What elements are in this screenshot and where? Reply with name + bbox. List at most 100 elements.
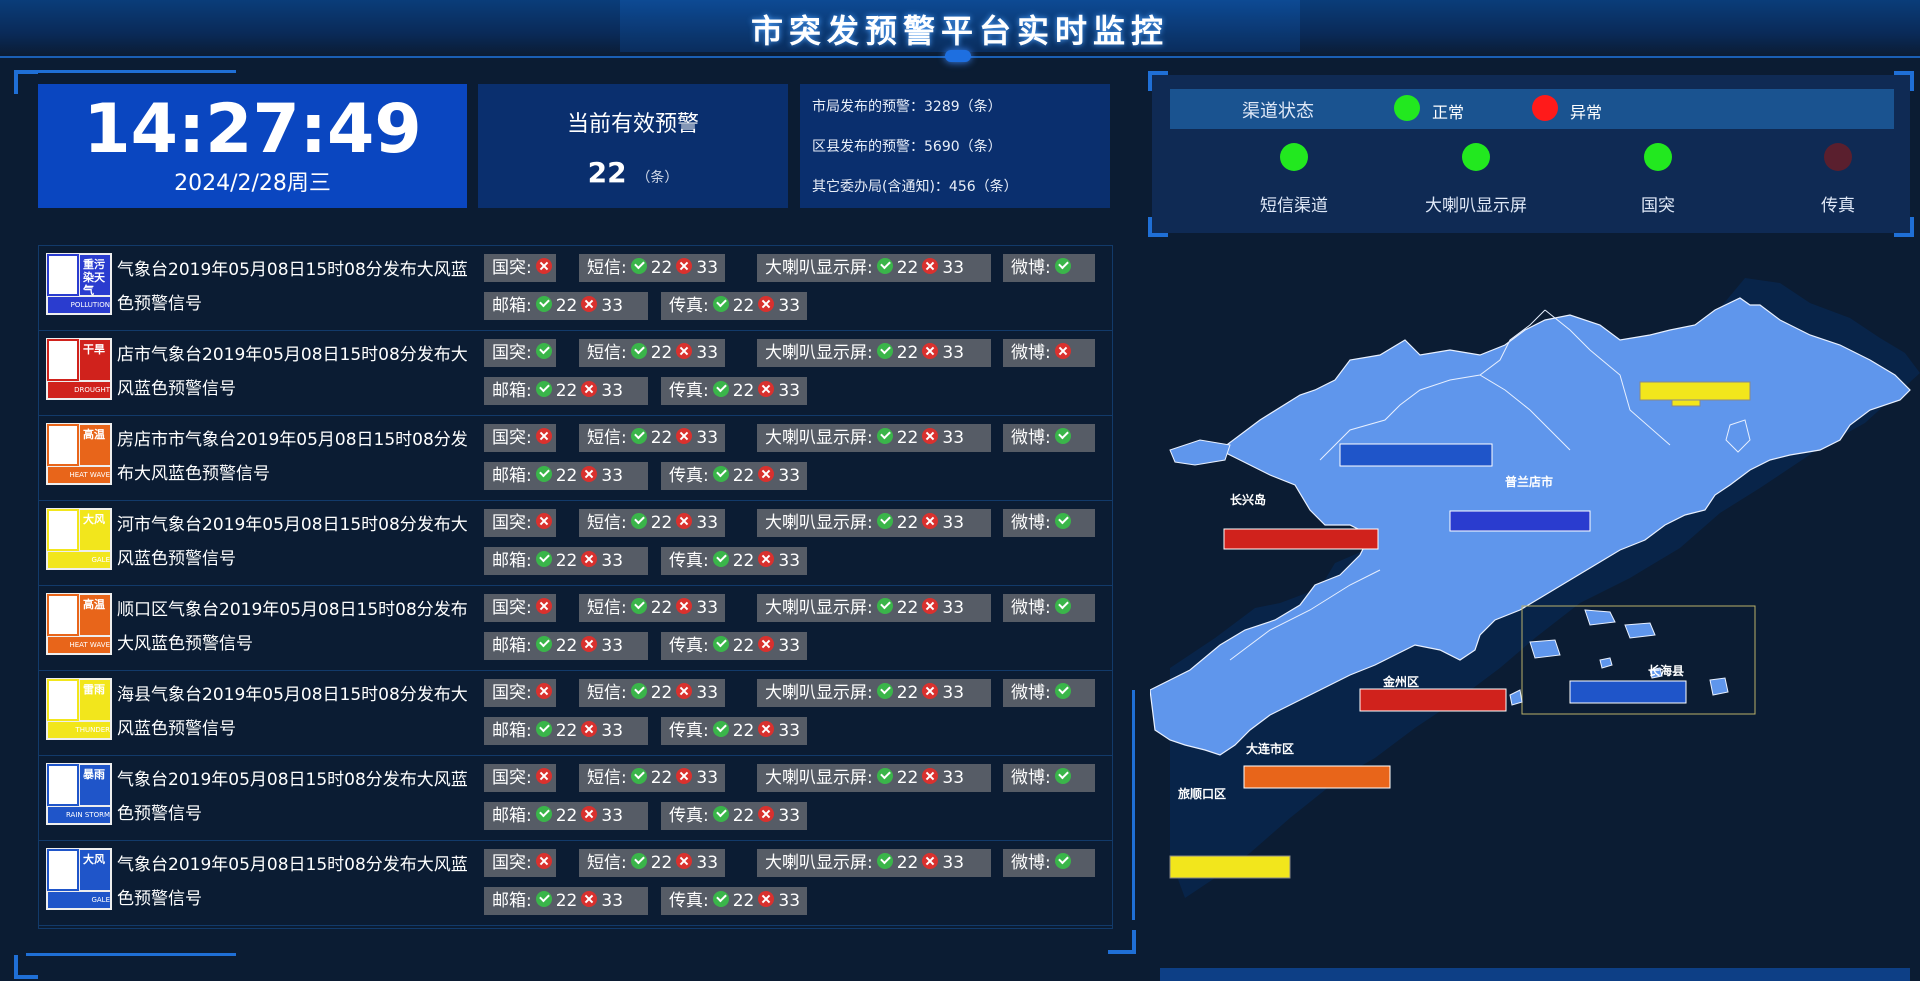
channel-status-bar: 渠道状态 正常 异常: [1170, 89, 1894, 129]
fax-status: 传真: 22 33: [661, 292, 807, 320]
check-icon: [876, 258, 893, 274]
error-icon: [758, 806, 775, 822]
stats-panel: 市局发布的预警：3289（条） 区县发布的预警：5690（条） 其它委办局(含通…: [800, 84, 1110, 208]
weibo-status: 微博:: [1003, 339, 1095, 367]
chip-label: 微博:: [1011, 598, 1051, 618]
clock-panel: 14:27:49 2024/2/28周三: [38, 84, 467, 208]
frame-corner: [1108, 930, 1136, 954]
chip-label: 传真:: [669, 636, 709, 656]
check-icon: [876, 598, 893, 614]
ok-count: 22: [555, 806, 578, 826]
weibo-status: 微博:: [1003, 254, 1095, 282]
chip-label: 传真:: [669, 381, 709, 401]
check-icon: [535, 466, 552, 482]
alert-row[interactable]: 暴雨 RAIN STORM 气象台2019年05月08日15时08分发布大风蓝色预警…: [39, 756, 1112, 841]
fail-count: 33: [696, 258, 719, 278]
header: 市突发预警平台实时监控: [0, 0, 1920, 62]
alert-icon-caption: GALE: [91, 556, 110, 564]
fail-count: 33: [778, 806, 801, 826]
map-warning-cluster: [1169, 855, 1291, 879]
alert-row[interactable]: 大风 GALE 气象台2019年05月08日15时08分发布大风蓝色预警信号 国突: 短…: [39, 841, 1112, 926]
map-island: [1709, 677, 1729, 696]
chip-label: 传真:: [669, 891, 709, 911]
alert-icon-caption: RAIN STORM: [65, 811, 110, 819]
frame-corner: [14, 955, 38, 979]
bottom-strip: [1160, 968, 1910, 981]
alert-text: 气象台2019年05月08日15时08分发布大风蓝色预警信号: [117, 260, 468, 314]
alert-row[interactable]: 高温 HEAT WAVE 房店市市气象台2019年05月08日15时08分发布大风蓝…: [39, 416, 1112, 501]
map-island: [1509, 689, 1523, 706]
stat-district: 区县发布的预警：5690（条）: [812, 139, 1002, 155]
check-icon: [630, 258, 647, 274]
chip-label: 邮箱:: [492, 296, 532, 316]
clock-date: 2024/2/28周三: [174, 171, 331, 196]
sms-status: 短信: 22 33: [579, 424, 725, 452]
check-icon: [712, 551, 729, 567]
ok-count: 22: [650, 258, 673, 278]
check-icon: [712, 721, 729, 737]
alert-text: 顺口区气象台2019年05月08日15时08分发布大风蓝色预警信号: [117, 600, 468, 654]
check-icon: [712, 466, 729, 482]
error-icon: [676, 683, 693, 699]
error-icon: [676, 853, 693, 869]
error-icon: [581, 466, 598, 482]
fail-count: 33: [778, 636, 801, 656]
ok-count: 22: [896, 428, 919, 448]
frame-line: [1132, 690, 1135, 920]
ok-count: 22: [732, 551, 755, 571]
ok-count: 22: [555, 466, 578, 486]
fail-count: 33: [696, 598, 719, 618]
active-alerts-number: 22: [587, 156, 627, 189]
weibo-status: 微博:: [1003, 424, 1095, 452]
legend-abnormal-dot: [1532, 95, 1558, 121]
fax-status: 传真: 22 33: [661, 547, 807, 575]
error-icon: [581, 551, 598, 567]
channel-label: 短信渠道: [1260, 196, 1328, 216]
error-icon: [581, 381, 598, 397]
error-icon: [922, 768, 939, 784]
error-icon: [922, 428, 939, 444]
alert-text: 气象台2019年05月08日15时08分发布大风蓝色预警信号: [117, 770, 468, 824]
error-icon: [676, 258, 693, 274]
chip-label: 微博:: [1011, 428, 1051, 448]
map-island: [1529, 639, 1561, 659]
alert-row[interactable]: 大风 GALE 河市气象台2019年05月08日15时08分发布大风蓝色预警信号 国突…: [39, 501, 1112, 586]
ok-count: 22: [650, 343, 673, 363]
map-island: [1584, 609, 1616, 626]
ok-count: 22: [732, 296, 755, 316]
fail-count: 33: [778, 551, 801, 571]
email-status: 邮箱: 22 33: [484, 377, 648, 405]
fail-count: 33: [601, 891, 624, 911]
error-icon: [676, 768, 693, 784]
legend-normal-label: 正常: [1432, 103, 1465, 122]
alert-icon-caption: HEAT WAVE: [69, 471, 110, 479]
check-icon: [1054, 598, 1071, 614]
alert-row[interactable]: 重污染天气 POLLUTION 气象台2019年05月08日15时08分发布大风蓝色…: [39, 246, 1112, 331]
check-icon: [1054, 683, 1071, 699]
error-icon: [676, 598, 693, 614]
fail-count: 33: [778, 466, 801, 486]
speaker-status: 大喇叭显示屏: 22 33: [757, 679, 991, 707]
guotu-status: 国突:: [484, 594, 556, 622]
check-icon: [712, 806, 729, 822]
fail-count: 33: [601, 551, 624, 571]
alert-icon-caption: DROUGHT: [74, 386, 110, 394]
fax-status: 传真: 22 33: [661, 377, 807, 405]
check-icon: [630, 343, 647, 359]
ok-count: 22: [555, 891, 578, 911]
error-icon: [922, 683, 939, 699]
alert-row[interactable]: 高温 HEAT WAVE 顺口区气象台2019年05月08日15时08分发布大风蓝色…: [39, 586, 1112, 671]
check-icon: [535, 296, 552, 312]
fax-status: 传真: 22 33: [661, 802, 807, 830]
alert-row[interactable]: 干旱 DROUGHT 店市气象台2019年05月08日15时08分发布大风蓝色预警信…: [39, 331, 1112, 416]
check-icon: [712, 891, 729, 907]
chip-label: 邮箱:: [492, 806, 532, 826]
alert-row[interactable]: 雷雨 THUNDER 海县气象台2019年05月08日15时08分发布大风蓝色预警信…: [39, 671, 1112, 756]
map-island: [1624, 622, 1656, 639]
active-alerts-label: 当前有效预警: [566, 112, 699, 137]
weibo-status: 微博:: [1003, 594, 1095, 622]
alert-icon-title: 干旱: [83, 343, 105, 356]
ok-count: 22: [732, 636, 755, 656]
chip-label: 大喇叭显示屏:: [765, 598, 873, 618]
ok-count: 22: [896, 343, 919, 363]
